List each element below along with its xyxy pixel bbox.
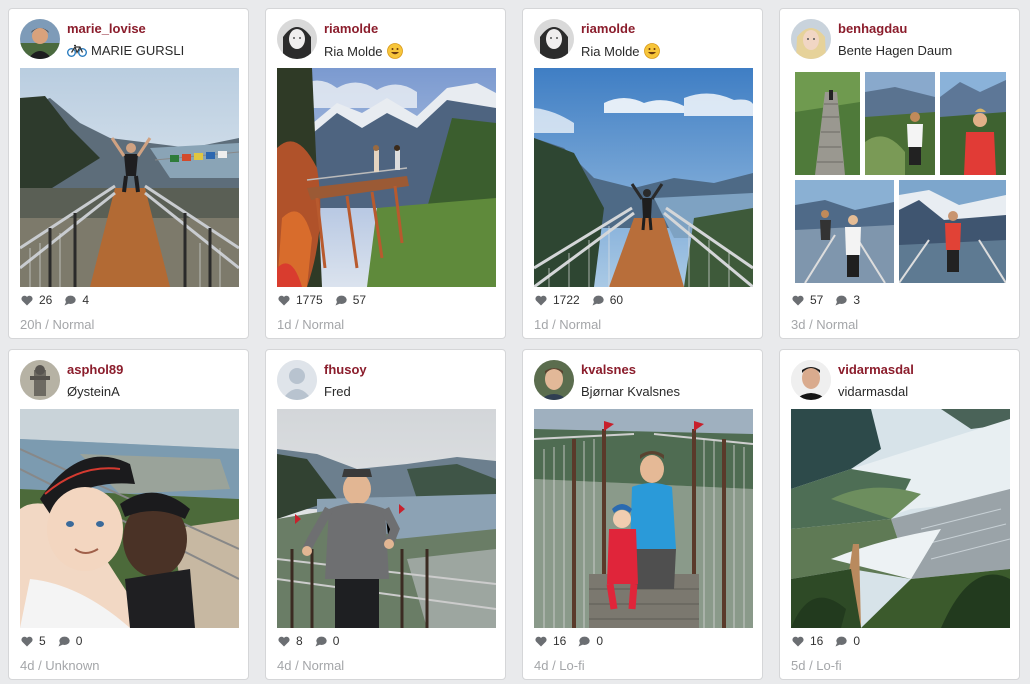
- likes-count: 1722: [553, 293, 580, 307]
- likes-count: 16: [810, 634, 824, 648]
- post-card[interactable]: fhusoy Fred 8 0 4d / Normal: [265, 349, 506, 680]
- post-card[interactable]: riamolde Ria Molde 1722 60 1d / Normal: [522, 8, 763, 339]
- full-name-text: Ria Molde: [324, 44, 383, 59]
- comment-icon: [835, 295, 848, 305]
- full-name: Ria Molde: [581, 43, 660, 59]
- post-stats: 1775 57: [278, 293, 366, 307]
- comments-count: 4: [82, 293, 90, 307]
- heart-icon: [792, 295, 804, 305]
- likes-count: 16: [553, 634, 567, 648]
- avatar[interactable]: [277, 360, 317, 400]
- username-link[interactable]: marie_lovise: [67, 21, 146, 36]
- full-name: Fred: [324, 384, 351, 399]
- comments-count: 0: [853, 634, 861, 648]
- full-name: Bente Hagen Daum: [838, 43, 953, 58]
- post-photo[interactable]: [277, 68, 496, 287]
- post-stats: 57 3: [792, 293, 860, 307]
- comment-icon: [335, 295, 347, 305]
- comment-icon: [835, 636, 848, 646]
- comments-count: 0: [596, 634, 604, 648]
- post-photo-collage[interactable]: [791, 68, 1010, 287]
- collage-tile: [795, 180, 894, 283]
- post-photo[interactable]: [534, 68, 753, 287]
- likes-count: 26: [39, 293, 53, 307]
- username-link[interactable]: benhagdau: [838, 21, 907, 36]
- post-card[interactable]: benhagdau Bente Hagen Daum 57 3 3d / Nor…: [779, 8, 1020, 339]
- likes-count: 8: [296, 634, 303, 648]
- full-name: Bjørnar Kvalsnes: [581, 384, 680, 399]
- post-stats: 16 0: [792, 634, 860, 648]
- post-photo[interactable]: [277, 409, 496, 628]
- post-meta: 20h / Normal: [20, 317, 95, 332]
- comments-count: 57: [352, 293, 367, 307]
- avatar[interactable]: [20, 19, 60, 59]
- comment-icon: [592, 295, 604, 305]
- comment-icon: [578, 636, 591, 646]
- likes-count: 1775: [296, 293, 323, 307]
- avatar[interactable]: [791, 360, 831, 400]
- post-meta: 4d / Lo-fi: [534, 658, 585, 673]
- post-meta: 4d / Unknown: [20, 658, 100, 673]
- post-card[interactable]: vidarmasdal vidarmasdal 16 0 5d / Lo-fi: [779, 349, 1020, 680]
- full-name: ØysteinA: [67, 384, 120, 399]
- heart-icon: [21, 295, 33, 305]
- collage-tile: [940, 72, 1006, 175]
- collage-tile: [865, 72, 935, 175]
- full-name: MARIE GURSLI: [67, 43, 184, 58]
- post-meta: 1d / Normal: [534, 317, 602, 332]
- post-card[interactable]: marie_lovise MARIE GURSLI 26 4 20h / Nor…: [8, 8, 249, 339]
- smiley-emoji-icon: [643, 43, 660, 59]
- post-photo[interactable]: [20, 68, 239, 287]
- post-stats: 8 0: [278, 634, 339, 648]
- post-photo[interactable]: [534, 409, 753, 628]
- full-name: vidarmasdal: [838, 384, 909, 399]
- username-link[interactable]: riamolde: [324, 21, 378, 36]
- comments-count: 0: [332, 634, 340, 648]
- post-stats: 16 0: [535, 634, 603, 648]
- heart-icon: [278, 636, 290, 646]
- post-stats: 26 4: [21, 293, 89, 307]
- post-card[interactable]: asphol89 ØysteinA 5 0 4d / Unknown: [8, 349, 249, 680]
- avatar[interactable]: [791, 19, 831, 59]
- username-link[interactable]: vidarmasdal: [838, 362, 914, 377]
- full-name-text: MARIE GURSLI: [91, 43, 185, 58]
- post-photo[interactable]: [20, 409, 239, 628]
- comment-icon: [64, 295, 77, 305]
- heart-icon: [535, 295, 547, 305]
- comment-icon: [58, 636, 70, 646]
- comments-count: 0: [75, 634, 83, 648]
- heart-icon: [535, 636, 547, 646]
- full-name: Ria Molde: [324, 43, 403, 59]
- post-meta: 3d / Normal: [791, 317, 859, 332]
- post-photo[interactable]: [791, 409, 1010, 628]
- comments-count: 60: [609, 293, 624, 307]
- comments-count: 3: [853, 293, 861, 307]
- heart-icon: [278, 295, 290, 305]
- avatar[interactable]: [534, 360, 574, 400]
- avatar[interactable]: [277, 19, 317, 59]
- avatar[interactable]: [534, 19, 574, 59]
- smiley-emoji-icon: [386, 43, 403, 59]
- heart-icon: [21, 636, 33, 646]
- likes-count: 5: [39, 634, 46, 648]
- heart-icon: [792, 636, 804, 646]
- collage-tile: [899, 180, 1006, 283]
- post-stats: 5 0: [21, 634, 82, 648]
- collage-tile: [795, 72, 860, 175]
- post-card[interactable]: riamolde Ria Molde 1775 57 1d / Normal: [265, 8, 506, 339]
- username-link[interactable]: riamolde: [581, 21, 635, 36]
- post-card[interactable]: kvalsnes Bjørnar Kvalsnes 16 0 4d / Lo-f…: [522, 349, 763, 680]
- username-link[interactable]: asphol89: [67, 362, 123, 377]
- username-link[interactable]: fhusoy: [324, 362, 367, 377]
- post-stats: 1722 60: [535, 293, 623, 307]
- likes-count: 57: [810, 293, 824, 307]
- full-name-text: Ria Molde: [581, 44, 640, 59]
- post-meta: 1d / Normal: [277, 317, 345, 332]
- avatar[interactable]: [20, 360, 60, 400]
- post-meta: 4d / Normal: [277, 658, 345, 673]
- username-link[interactable]: kvalsnes: [581, 362, 636, 377]
- post-meta: 5d / Lo-fi: [791, 658, 842, 673]
- comment-icon: [315, 636, 327, 646]
- bicycle-icon: [67, 44, 87, 57]
